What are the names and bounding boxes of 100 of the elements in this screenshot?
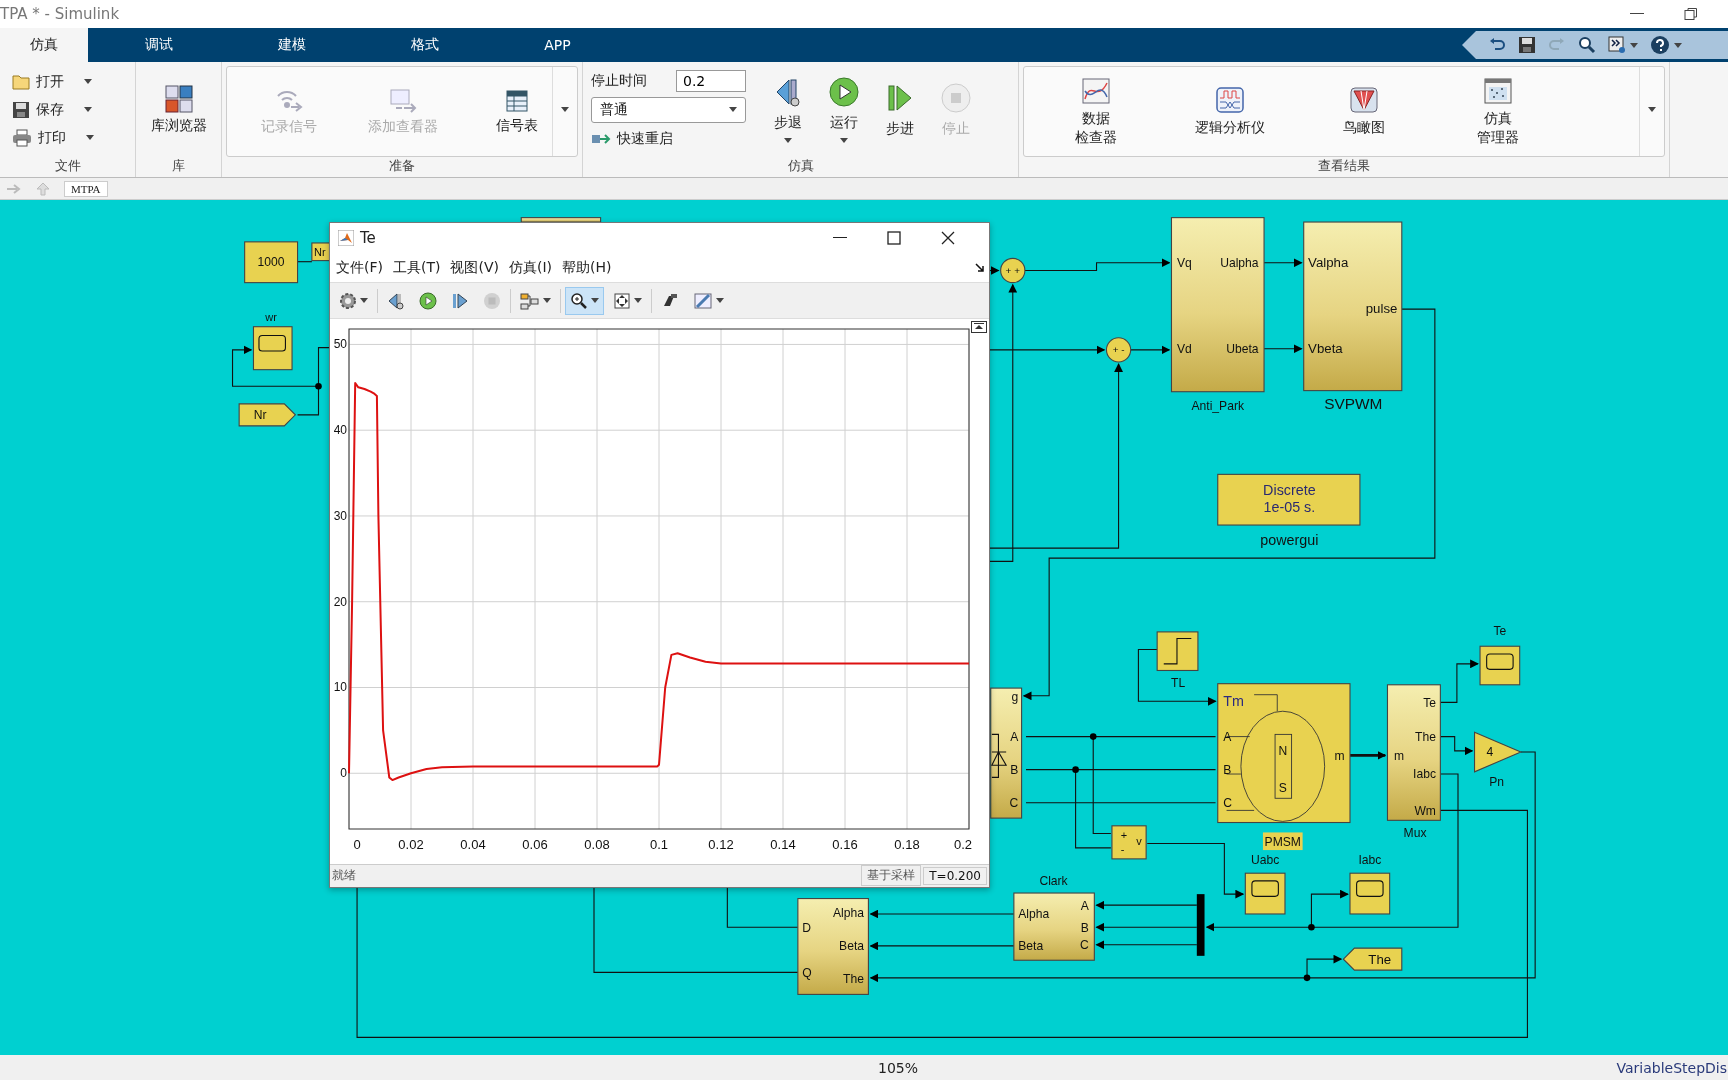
caret-icon[interactable] bbox=[1674, 42, 1682, 48]
caret-icon[interactable] bbox=[561, 107, 569, 112]
fast-restart-button[interactable]: 快速重启 bbox=[591, 127, 746, 150]
ribbon-tab[interactable]: APP bbox=[491, 28, 624, 62]
block-text: 1e-05 s. bbox=[1263, 498, 1316, 515]
help-icon[interactable] bbox=[1650, 35, 1670, 55]
sum-block[interactable] bbox=[1105, 337, 1132, 363]
restore-icon[interactable] bbox=[1684, 7, 1698, 21]
maximize-icon[interactable] bbox=[887, 231, 901, 246]
window-title: Te bbox=[360, 229, 377, 248]
gain-block[interactable] bbox=[1474, 731, 1523, 773]
block-name: Te bbox=[1493, 624, 1507, 639]
caret-icon[interactable] bbox=[716, 298, 724, 304]
customize-icon[interactable] bbox=[1608, 36, 1626, 54]
section-label: 查看结果 bbox=[1317, 157, 1371, 175]
library-browser-button[interactable]: 库浏览器 bbox=[144, 80, 213, 139]
constant-block[interactable] bbox=[244, 241, 299, 284]
menu-item[interactable]: 视图(V) bbox=[450, 259, 499, 278]
scope-screen-icon bbox=[1251, 880, 1279, 897]
caret-icon[interactable] bbox=[360, 298, 368, 304]
zoom-button[interactable] bbox=[565, 286, 604, 315]
printer-icon bbox=[12, 128, 32, 147]
minimize-icon[interactable] bbox=[833, 237, 847, 240]
dock-arrow-icon[interactable] bbox=[975, 263, 985, 274]
caret-icon[interactable] bbox=[84, 79, 92, 84]
goto-block[interactable] bbox=[311, 242, 331, 262]
simulation-button[interactable]: 运行 bbox=[816, 72, 872, 147]
ribbon-tab[interactable]: 调试 bbox=[92, 28, 225, 62]
gallery-button[interactable]: 数据 检查器 bbox=[1036, 73, 1156, 150]
breadcrumb-tab[interactable]: MTPA bbox=[64, 180, 108, 197]
scope-screen-icon bbox=[1356, 880, 1384, 897]
powergui-block[interactable] bbox=[1217, 473, 1361, 526]
svpwm-block[interactable] bbox=[1303, 221, 1403, 392]
block-text: Discrete bbox=[1263, 482, 1316, 499]
bus-line bbox=[1350, 750, 1387, 760]
section-label: 库 bbox=[171, 157, 186, 175]
caret-icon[interactable] bbox=[591, 298, 599, 304]
menu-item[interactable]: 工具(T) bbox=[393, 259, 441, 278]
solver-label[interactable]: VariableStepDis bbox=[1616, 1059, 1727, 1076]
caret-icon[interactable] bbox=[784, 138, 792, 143]
caret-icon[interactable] bbox=[543, 298, 551, 304]
demux-bar[interactable] bbox=[1196, 894, 1205, 956]
menu-item[interactable]: 文件(F) bbox=[336, 259, 383, 278]
close-icon[interactable] bbox=[941, 231, 955, 246]
tick-label: 0.08 bbox=[584, 836, 610, 852]
file-menu-button[interactable]: 打开 bbox=[12, 70, 92, 93]
waveform-icon bbox=[1215, 86, 1245, 115]
search-icon[interactable] bbox=[1578, 36, 1596, 54]
junction-dot bbox=[1308, 923, 1315, 931]
caret-icon[interactable] bbox=[634, 298, 642, 304]
voltage-sensor-block[interactable] bbox=[1111, 825, 1147, 860]
menu-item[interactable]: 帮助(H) bbox=[562, 259, 612, 278]
rotor-pole-label: N bbox=[1278, 744, 1288, 759]
file-menu-button[interactable]: 保存 bbox=[12, 98, 92, 121]
pmsm-block[interactable] bbox=[1217, 683, 1351, 824]
scope-block[interactable] bbox=[1479, 645, 1521, 686]
stop-time-field[interactable]: 0.2 bbox=[676, 69, 746, 92]
ribbon-tab[interactable]: 仿真 bbox=[0, 28, 88, 62]
gallery-button[interactable]: 信号表 bbox=[467, 84, 567, 139]
run-icon bbox=[828, 76, 860, 108]
signal-tree-icon bbox=[520, 291, 540, 310]
gain-value: 4 bbox=[1486, 745, 1494, 760]
gallery-button[interactable]: 鸟瞰图 bbox=[1304, 82, 1424, 141]
scope-block[interactable] bbox=[252, 326, 293, 371]
file-menu-button[interactable]: 打印 bbox=[12, 126, 94, 149]
menu-item[interactable]: 仿真(I) bbox=[509, 259, 553, 278]
undock-icon[interactable] bbox=[971, 320, 987, 333]
sampling-mode-label: 基于采样 bbox=[861, 865, 922, 887]
caret-icon[interactable] bbox=[84, 107, 92, 112]
gallery-button[interactable]: 仿真 管理器 bbox=[1438, 73, 1558, 150]
sum-block[interactable] bbox=[1000, 257, 1026, 284]
park-block[interactable] bbox=[797, 898, 869, 995]
goto-block[interactable] bbox=[1342, 947, 1403, 971]
save-icon[interactable] bbox=[1518, 36, 1536, 54]
from-tag: Nr bbox=[253, 408, 267, 423]
subsystem-block[interactable] bbox=[520, 217, 602, 223]
fit-to-view-icon bbox=[613, 291, 631, 310]
junction-dot bbox=[1072, 766, 1079, 773]
goto-tag: The bbox=[1368, 951, 1392, 967]
caret-icon[interactable] bbox=[840, 138, 848, 143]
bus-selector-block[interactable] bbox=[1386, 684, 1441, 821]
port-label: B bbox=[1223, 763, 1232, 778]
mode-dropdown[interactable]: 普通 bbox=[591, 96, 746, 123]
simulation-button[interactable]: 步退 bbox=[760, 72, 816, 147]
minimize-icon[interactable] bbox=[1630, 13, 1644, 15]
caret-icon[interactable] bbox=[1648, 107, 1656, 112]
step-block[interactable] bbox=[1156, 631, 1199, 671]
rotor-pole-label: S bbox=[1278, 780, 1287, 795]
ribbon-tab[interactable]: 建模 bbox=[225, 28, 358, 62]
ribbon-tab[interactable]: 格式 bbox=[358, 28, 491, 62]
simulation-button[interactable]: 步进 bbox=[872, 77, 928, 142]
caret-icon[interactable] bbox=[86, 135, 94, 140]
inverter-block[interactable] bbox=[990, 687, 1023, 819]
clark-block[interactable] bbox=[1013, 892, 1095, 961]
scope-block[interactable] bbox=[1349, 872, 1391, 915]
anti-park-block[interactable] bbox=[1170, 217, 1265, 393]
from-block[interactable] bbox=[238, 403, 297, 427]
scope-block[interactable] bbox=[1244, 872, 1286, 915]
caret-icon[interactable] bbox=[1630, 42, 1638, 48]
gallery-button[interactable]: 逻辑分析仪 bbox=[1170, 82, 1290, 141]
